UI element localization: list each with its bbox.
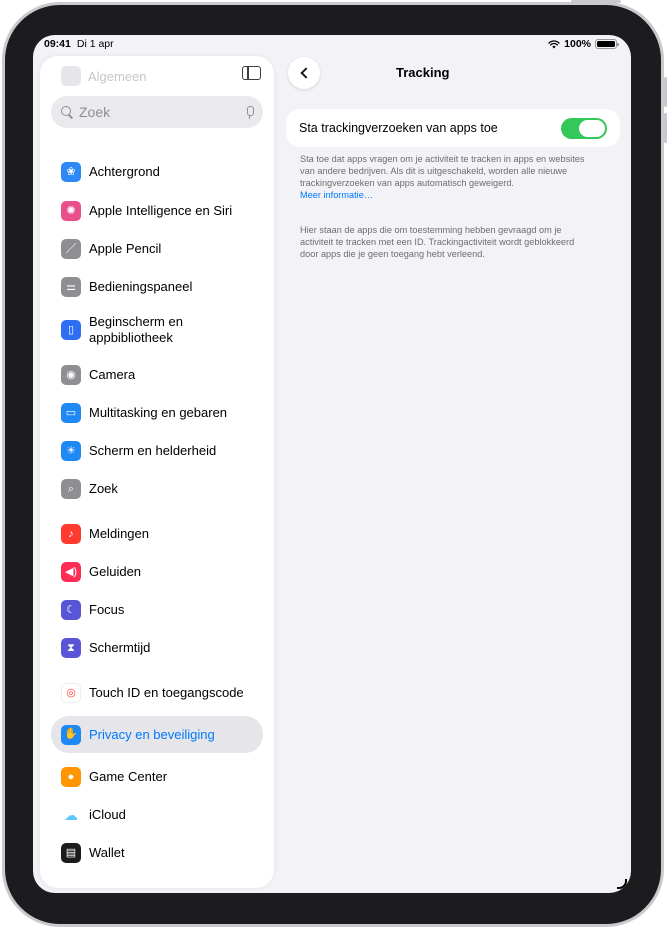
hand-icon: ✋ xyxy=(61,724,81,745)
fingerprint-icon: ◎ xyxy=(61,683,81,703)
settings-sidebar: Algemeen Zoek ❀ Achtergrond ✺ Apple Intelli… xyxy=(40,56,274,888)
sidebar-item-meldingen[interactable]: ♪ Meldingen xyxy=(51,518,263,550)
chevron-left-icon xyxy=(299,67,312,79)
sidebar-item-label: Beginscherm en appbibliotheek xyxy=(89,314,183,345)
sidebar-item-label: Touch ID en toegangscode xyxy=(89,685,244,700)
sidebar-item-label: Bedieningspaneel xyxy=(89,279,193,294)
home-screen-icon: ▯ xyxy=(61,320,81,340)
sidebar-item-achtergrond[interactable]: ❀ Achtergrond xyxy=(51,156,263,188)
sidebar-item-label: Geluiden xyxy=(89,564,142,579)
tracking-toggle-row: Sta trackingverzoeken van apps toe xyxy=(286,109,620,147)
learn-more-link[interactable]: Meer informatie… xyxy=(300,190,373,200)
search-field[interactable]: Zoek xyxy=(51,96,263,128)
wifi-icon xyxy=(548,39,560,48)
sidebar-item-label: Scherm en helderheid xyxy=(89,443,217,458)
sidebar-item-label: iCloud xyxy=(89,807,126,822)
sidebar-item-apps[interactable]: ▦Apps xyxy=(51,882,263,888)
back-button[interactable] xyxy=(288,57,320,89)
top-button xyxy=(571,0,621,3)
sidebar-item-scherm-en-helderheid[interactable]: ☀ Scherm en helderheid xyxy=(51,435,263,467)
sidebar-item-label: Privacy en beveiliging xyxy=(89,726,215,742)
camera-icon: ◉ xyxy=(61,365,81,385)
sidebar-item-game-center[interactable]: ● Game Center xyxy=(51,761,263,793)
hourglass-icon: ⧗ xyxy=(61,638,81,658)
tracking-toggle-label: Sta trackingverzoeken van apps toe xyxy=(299,121,498,135)
sidebar-item-label: Multitasking en gebaren xyxy=(89,405,228,420)
wallet-icon: ▤ xyxy=(61,843,81,863)
sidebar-item-focus[interactable]: ☾ Focus xyxy=(51,594,263,626)
sun-icon: ☀ xyxy=(61,441,81,461)
sidebar-item-wallet[interactable]: ▤ Wallet xyxy=(51,837,263,869)
sidebar-item-label: Achtergrond xyxy=(89,164,160,179)
game-center-icon: ● xyxy=(61,767,81,787)
sidebar-item-label: Algemeen xyxy=(88,68,147,84)
sidebar-item-general-scrolled[interactable]: Algemeen xyxy=(61,66,147,86)
search-placeholder: Zoek xyxy=(79,104,111,120)
sidebar-item-geluiden[interactable]: ◀) Geluiden xyxy=(51,556,263,588)
sidebar-item-label: Focus xyxy=(89,602,125,617)
volume-down-button xyxy=(664,113,667,143)
apple-intelligence-icon: ✺ xyxy=(61,201,81,221)
status-time: 09:41 xyxy=(44,38,71,50)
battery-icon xyxy=(595,39,619,49)
sidebar-item-label: Wallet xyxy=(89,845,125,860)
battery-percent: 100% xyxy=(564,38,591,50)
sidebar-item-label: Schermtijd xyxy=(89,640,151,655)
screen: 09:41 Di 1 apr 100% Algemeen Zoek ❀ Achter… xyxy=(33,35,631,893)
sidebar-item-icloud[interactable]: ☁ iCloud xyxy=(51,799,263,831)
page-title: Tracking xyxy=(396,65,450,80)
sidebar-item-multitasking-en-gebaren[interactable]: ▭ Multitasking en gebaren xyxy=(51,397,263,429)
tracking-description: Sta toe dat apps vragen om je activiteit… xyxy=(300,153,590,201)
sidebar-item-label: Meldingen xyxy=(89,526,149,541)
sidebar-item-schermtijd[interactable]: ⧗ Schermtijd xyxy=(51,632,263,664)
sidebar-item-privacy-en-beveiliging[interactable]: ✋ Privacy en beveiliging xyxy=(51,716,263,753)
bell-icon: ♪ xyxy=(61,524,81,544)
sidebar-item-bedieningspaneel[interactable]: ⚌ Bedieningspaneel xyxy=(51,271,263,303)
status-bar: 09:41 Di 1 apr 100% xyxy=(33,35,631,55)
sidebar-item-label: Zoek xyxy=(89,481,118,496)
cloud-icon: ☁ xyxy=(61,805,81,825)
sidebar-item-camera[interactable]: ◉ Camera xyxy=(51,359,263,391)
status-date: Di 1 apr xyxy=(76,38,114,50)
sidebar-item-apple-intelligence-en-siri[interactable]: ✺ Apple Intelligence en Siri xyxy=(51,195,263,227)
speaker-icon: ◀) xyxy=(61,562,81,582)
sidebar-item-zoek[interactable]: ⌕ Zoek xyxy=(51,473,263,505)
tracking-toggle-switch[interactable] xyxy=(561,117,607,139)
sidebar-toggle-icon[interactable] xyxy=(242,66,261,80)
sidebar-item-apple-pencil[interactable]: ／ Apple Pencil xyxy=(51,233,263,265)
sidebar-item-touch-id-en-toegangscode[interactable]: ◎ Touch ID en toegangscode xyxy=(51,677,263,709)
sidebar-item-label: Game Center xyxy=(89,769,168,784)
toggles-icon: ⚌ xyxy=(61,277,81,297)
tracking-apps-description: Hier staan de apps die om toestemming he… xyxy=(300,225,575,259)
pencil-icon: ／ xyxy=(61,239,81,259)
search-icon: ⌕ xyxy=(61,479,81,499)
sidebar-item-beginscherm-en-appbibliotheek[interactable]: ▯ Beginscherm en appbibliotheek xyxy=(51,306,263,354)
tracking-description-text: Sta toe dat apps vragen om je activiteit… xyxy=(300,154,585,188)
switch-knob xyxy=(579,119,605,137)
volume-up-button xyxy=(664,77,667,107)
sidebar-item-label: Apple Pencil xyxy=(89,241,162,256)
gear-icon xyxy=(61,66,81,86)
flower-icon: ❀ xyxy=(61,162,81,182)
moon-icon: ☾ xyxy=(61,600,81,620)
microphone-icon[interactable] xyxy=(245,105,254,119)
sidebar-item-label: Camera xyxy=(89,367,136,382)
sidebar-item-label: Apple Intelligence en Siri xyxy=(89,203,233,218)
search-icon xyxy=(61,106,73,118)
multitasking-icon: ▭ xyxy=(61,403,81,423)
